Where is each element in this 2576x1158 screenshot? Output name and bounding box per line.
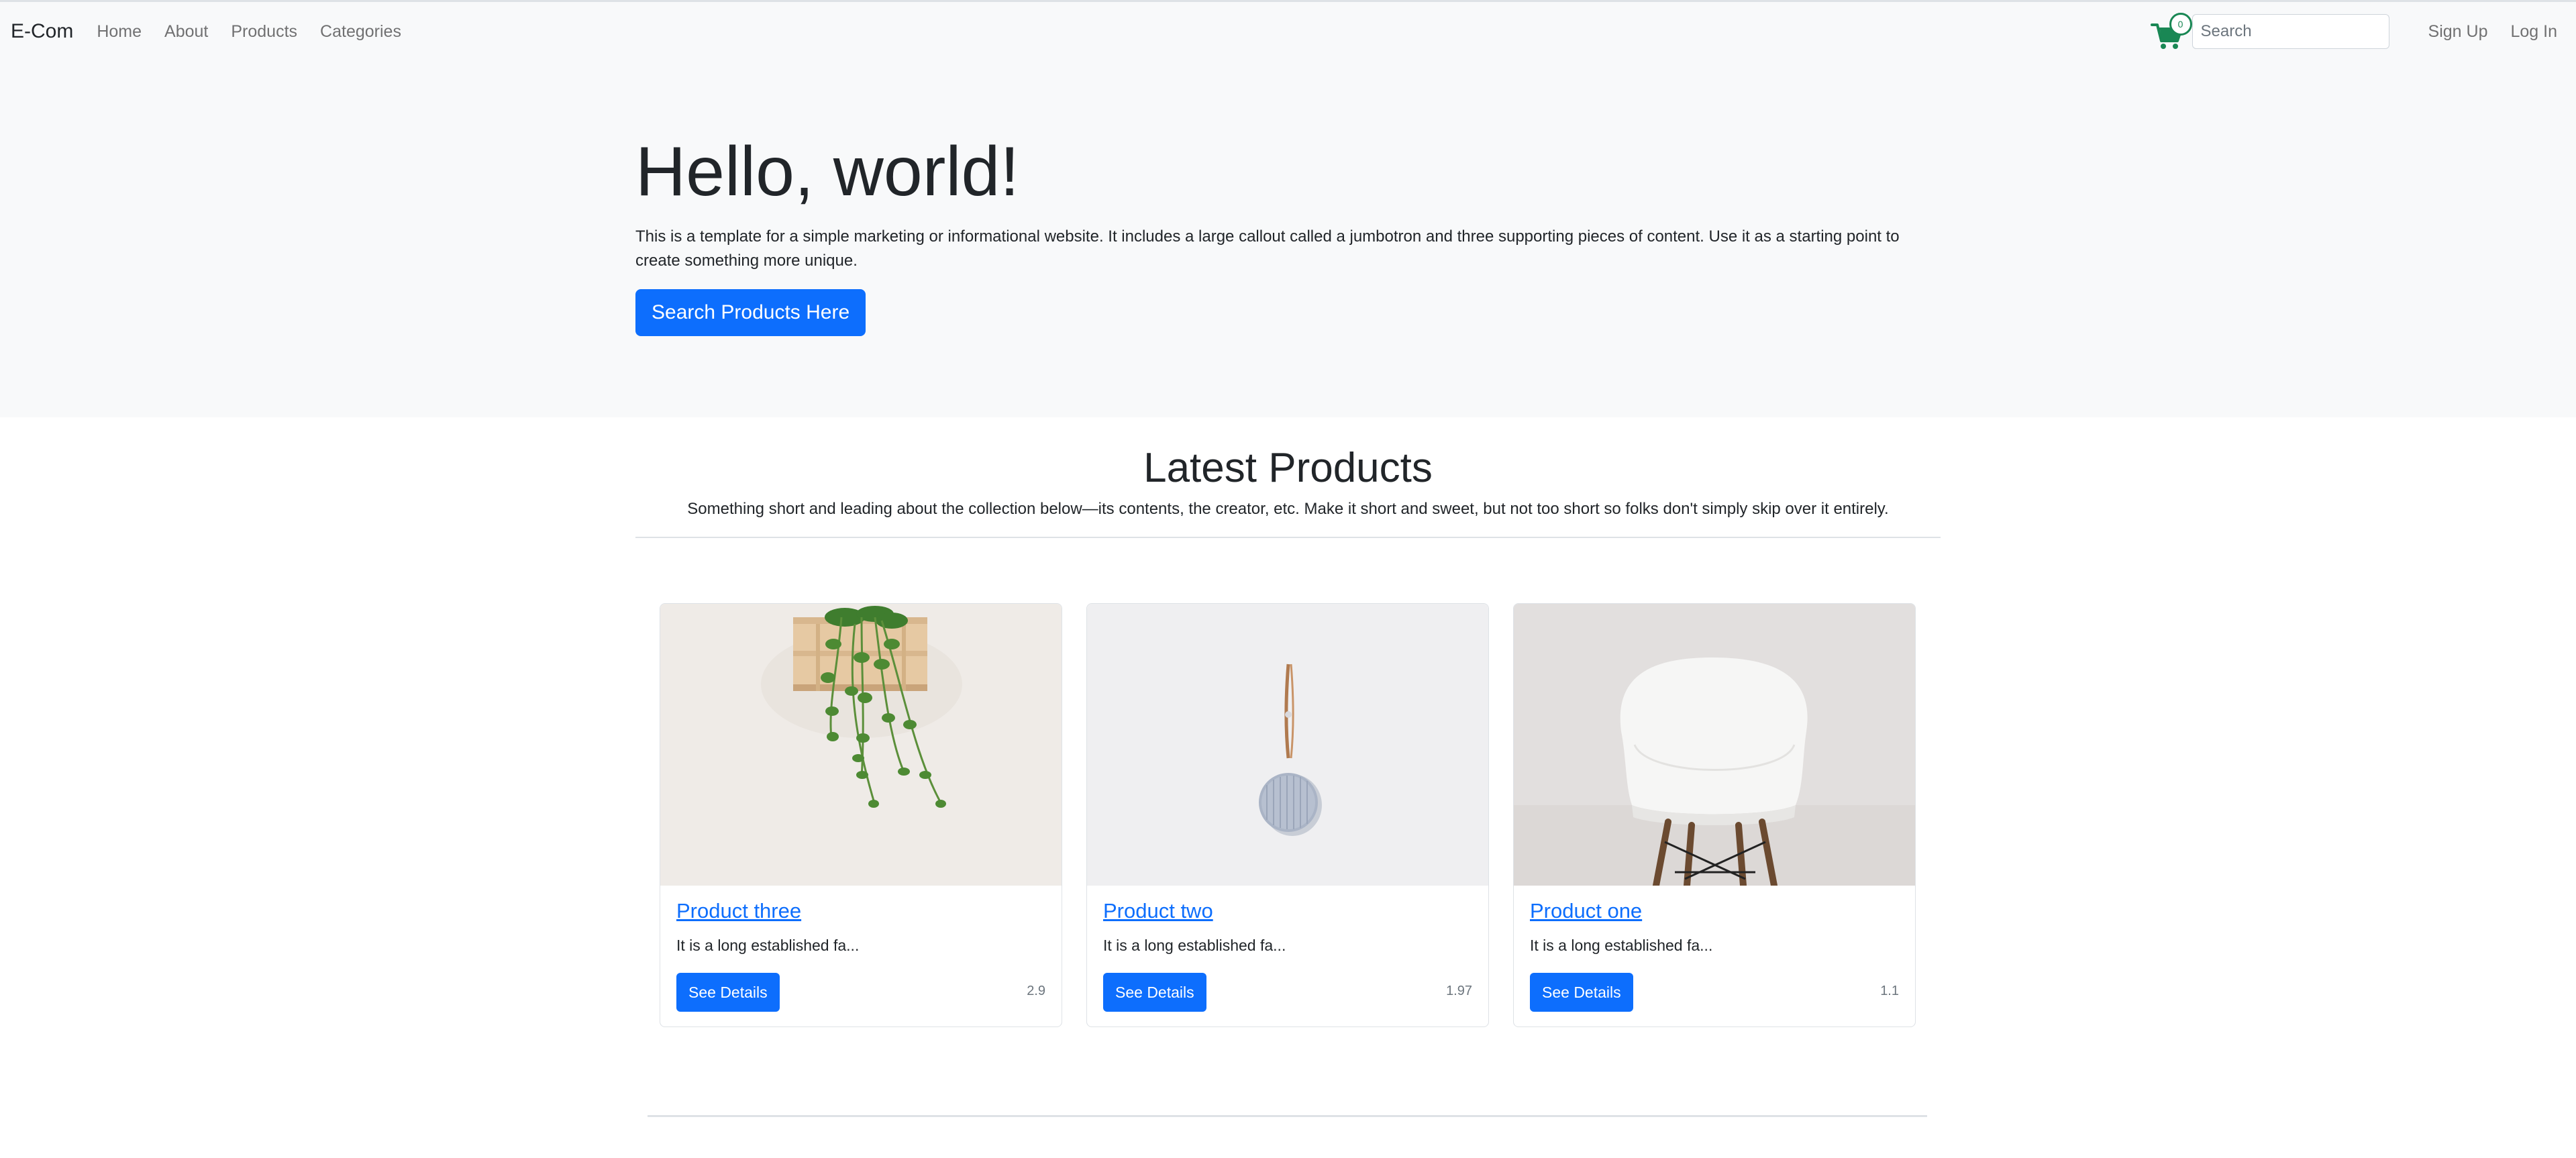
card-footer: See Details 2.9 (676, 973, 1045, 1012)
cart-button[interactable]: 0 (2150, 11, 2192, 52)
latest-products-lead: Something short and leading about the co… (687, 500, 1889, 518)
card-body: Product one It is a long established fa.… (1530, 899, 1899, 955)
product-card: Product three It is a long established f… (660, 603, 1062, 1027)
nav-links: Home About Products Categories (85, 22, 413, 42)
product-card: Product two It is a long established fa.… (1086, 603, 1489, 1027)
see-details-button[interactable]: See Details (676, 973, 780, 1012)
nav-link-products[interactable]: Products (231, 22, 297, 42)
card-body: Product three It is a long established f… (676, 899, 1045, 955)
product-price: 2.9 (1027, 984, 1045, 998)
footer-divider (648, 1115, 1927, 1117)
product-price: 1.1 (1880, 984, 1899, 998)
product-image-plant (660, 604, 1062, 886)
product-card: Product one It is a long established fa.… (1513, 603, 1916, 1027)
product-image-speaker (1087, 604, 1488, 886)
product-title-link[interactable]: Product two (1103, 899, 1472, 923)
card-body: Product two It is a long established fa.… (1103, 899, 1472, 955)
search-products-button[interactable]: Search Products Here (635, 289, 866, 337)
navbar: E-Com Home About Products Categories 0 S… (0, 2, 2576, 61)
product-description: It is a long established fa... (1530, 937, 1713, 954)
latest-products-title: Latest Products (1143, 445, 1433, 491)
divider (635, 537, 1941, 538)
product-title-link[interactable]: Product one (1530, 899, 1899, 923)
product-price: 1.97 (1446, 984, 1472, 998)
product-image-chair (1514, 604, 1915, 886)
card-footer: See Details 1.97 (1103, 973, 1472, 1012)
jumbotron-content: Hello, world! This is a template for a s… (635, 133, 1910, 337)
nav-link-home[interactable]: Home (97, 22, 142, 42)
jumbotron-title: Hello, world! (635, 133, 1020, 211)
nav-link-about[interactable]: About (164, 22, 208, 42)
product-title-link[interactable]: Product three (676, 899, 1045, 923)
search-input[interactable] (2192, 14, 2389, 49)
product-description: It is a long established fa... (676, 937, 860, 954)
jumbotron-text: This is a template for a simple marketin… (635, 227, 1900, 270)
brand-logo[interactable]: E-Com (11, 20, 73, 43)
nav-link-categories[interactable]: Categories (320, 22, 401, 42)
see-details-button[interactable]: See Details (1530, 973, 1633, 1012)
signup-link[interactable]: Sign Up (2428, 22, 2488, 42)
jumbotron: Hello, world! This is a template for a s… (0, 61, 2576, 417)
see-details-button[interactable]: See Details (1103, 973, 1206, 1012)
nav-right: 0 Sign Up Log In (2150, 2, 2557, 61)
login-link[interactable]: Log In (2510, 22, 2557, 42)
product-description: It is a long established fa... (1103, 937, 1286, 954)
cart-count-badge: 0 (2169, 13, 2192, 36)
card-footer: See Details 1.1 (1530, 973, 1899, 1012)
